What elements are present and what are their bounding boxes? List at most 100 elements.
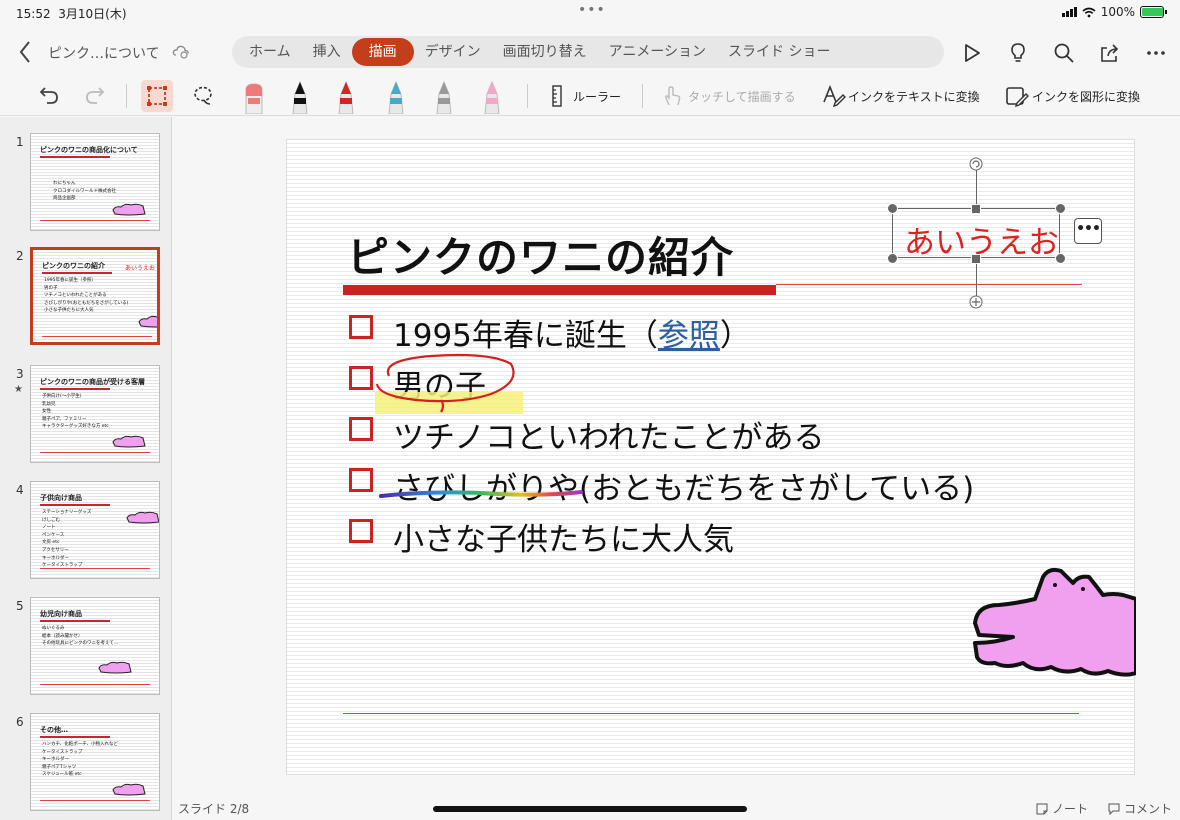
- touch-draw-label[interactable]: タッチして描画する: [688, 88, 796, 105]
- thumbnail-body: ハンカチ、化粧ポーチ、小物入れなど ケータイストラップ キーホルダー 親子ペアTシャツ…: [42, 741, 118, 779]
- ink-rainbow-underline[interactable]: [379, 488, 584, 500]
- thumbnail-line: 商品企画部: [53, 196, 76, 202]
- ribbon-tab[interactable]: アニメーション: [598, 38, 717, 66]
- redo-icon[interactable]: [84, 84, 106, 106]
- touch-draw-icon[interactable]: [660, 85, 682, 107]
- pen-tool-icon[interactable]: [286, 80, 314, 114]
- slide-thumbnail-panel[interactable]: 1 ピンクのワニの商品化について わにちゃん クロコダイルワールド株式会社 商品企画部 2…: [0, 117, 172, 820]
- ink-to-text-label[interactable]: インクをテキストに変換: [848, 88, 980, 105]
- thumbnail-footer-line: [40, 568, 150, 569]
- pen-tool-icon[interactable]: [382, 80, 410, 114]
- bullet-text-suffix: ）: [719, 318, 751, 354]
- thumbnail-line: ぬいぐるみ: [42, 626, 65, 631]
- notes-button[interactable]: ノート: [1036, 800, 1088, 817]
- resize-handle-top[interactable]: [971, 204, 981, 214]
- slide-canvas[interactable]: ピンクのワニの紹介 1995年春に誕生（参照） 男の子 ツチノコといわれたことがある…: [286, 139, 1136, 775]
- ink-circle-stroke[interactable]: [371, 352, 521, 416]
- pen-tool-icon[interactable]: [332, 80, 360, 114]
- undo-icon[interactable]: [38, 84, 60, 106]
- slide-thumbnail[interactable]: ピンクのワニの商品化について わにちゃん クロコダイルワールド株式会社 商品企画部: [30, 133, 160, 231]
- thumbnail-footer-line: [40, 452, 150, 453]
- thumbnail-title-bar: [40, 388, 110, 390]
- thumbnail-line: ステーショナリーグッズ: [42, 510, 92, 515]
- bullet-text-main: 1995年春に誕生（: [393, 318, 658, 354]
- thumbnail-crocodile-image: [126, 511, 159, 524]
- share-icon[interactable]: [1099, 42, 1121, 64]
- more-options-icon[interactable]: [1145, 42, 1167, 64]
- thumbnail-line: 親子ペアTシャツ: [42, 764, 77, 770]
- bullet-text[interactable]: 小さな子供たちに大人気: [393, 514, 734, 559]
- bullet-checkbox-icon: [349, 366, 373, 390]
- highlighter-pen-icon[interactable]: [478, 80, 506, 114]
- comments-label: コメント: [1124, 802, 1173, 816]
- thumbnail-title: その他…: [40, 726, 68, 734]
- app-header: ピンク…について ホーム 挿入 描画 デザイン 画面切り替え アニメーション スライド ショ…: [0, 28, 1180, 76]
- title-underline-bar: [343, 285, 776, 295]
- ribbon-tab[interactable]: スライド ショー: [717, 38, 841, 66]
- ribbon-tab[interactable]: 描画: [351, 38, 414, 66]
- thumbnail-line: 子供向け(〜小学生): [42, 394, 82, 399]
- pink-crocodile-image[interactable]: [973, 565, 1136, 677]
- highlighter-pen-icon[interactable]: [240, 80, 268, 114]
- lasso-select-icon[interactable]: [192, 85, 214, 107]
- bullet-hyperlink[interactable]: 参照: [658, 318, 720, 354]
- slide-thumbnail[interactable]: ピンクのワニの紹介 1995年春に誕生（参照） 男の子 ツチノコといわれたことがあるさ…: [30, 247, 160, 345]
- play-slideshow-icon[interactable]: [961, 42, 983, 64]
- document-title[interactable]: ピンク…について: [48, 43, 160, 63]
- ink-handwritten-text[interactable]: あいうえお: [904, 217, 1059, 262]
- ribbon-tab[interactable]: 画面切り替え: [492, 38, 598, 66]
- ink-to-shape-icon[interactable]: [1005, 84, 1029, 108]
- rotate-handle-icon[interactable]: [969, 157, 983, 171]
- resize-handle-bottom[interactable]: [971, 254, 981, 264]
- comments-button[interactable]: コメント: [1108, 800, 1172, 817]
- ruler-icon[interactable]: [550, 85, 564, 107]
- slide-thumbnail[interactable]: その他… ハンカチ、化粧ポーチ、小物入れなど ケータイストラップ キーホルダー 親子ペア…: [30, 713, 160, 811]
- ribbon-tab[interactable]: ホーム: [238, 38, 302, 66]
- move-handle-icon[interactable]: [969, 295, 983, 309]
- slide-title[interactable]: ピンクのワニの紹介: [347, 224, 734, 285]
- ink-to-shape-label[interactable]: インクを図形に変換: [1032, 88, 1140, 105]
- thumbnail-title: ピンクのワニの紹介: [42, 262, 105, 270]
- search-icon[interactable]: [1053, 42, 1075, 64]
- thumbnail-title: 幼児向け商品: [40, 610, 82, 618]
- lightbulb-icon[interactable]: [1007, 42, 1029, 64]
- ribbon-tab[interactable]: 挿入: [302, 38, 352, 66]
- thumbnail-title-bar: [40, 736, 110, 738]
- thumbnail-crocodile-image: [112, 203, 146, 216]
- ribbon-tab[interactable]: デザイン: [414, 38, 492, 66]
- pen-tool-icon[interactable]: [430, 80, 458, 114]
- back-chevron-icon[interactable]: [18, 40, 32, 64]
- toolbar-divider: [527, 84, 528, 108]
- multitask-dots-icon[interactable]: •••: [578, 2, 606, 18]
- thumbnail-line: キーホルダー: [42, 555, 69, 561]
- thumbnail-line: キャラクターグッズ好きな方 etc: [42, 424, 109, 430]
- wifi-icon: [1082, 7, 1096, 17]
- thumbnail-crocodile-image: [98, 661, 132, 674]
- home-indicator[interactable]: [433, 806, 747, 812]
- slide-thumbnail[interactable]: 子供向け商品 ステーショナリーグッズ けしごむ ノート ペンケース 文房 etc アクセサリ…: [30, 481, 160, 579]
- bullet-text[interactable]: 1995年春に誕生（参照）: [393, 310, 751, 355]
- resize-handle-top-right[interactable]: [1055, 203, 1066, 214]
- resize-handle-bottom-left[interactable]: [887, 253, 898, 264]
- ribbon-tabs: ホーム 挿入 描画 デザイン 画面切り替え アニメーション スライド ショー: [232, 36, 944, 68]
- ruler-label[interactable]: ルーラー: [573, 88, 621, 105]
- ink-to-text-icon[interactable]: [822, 84, 846, 108]
- thumbnail-line: アクセサリー: [42, 547, 69, 553]
- bullet-text-main: 小さな子供たちに大人気: [393, 522, 734, 558]
- thumbnail-line: ペンケース: [42, 532, 65, 538]
- slide-thumbnail[interactable]: ピンクのワニの商品が受ける客層 子供向け(〜小学生) 乳幼児 女性 親子ペア、ファミリー…: [30, 365, 160, 463]
- slide-thumbnail[interactable]: 幼児向け商品 ぬいぐるみ絵本（読み聞かせ） その他玩具にピンクのワニを考えて…: [30, 597, 160, 695]
- thumbnail-crocodile-image: [112, 435, 146, 448]
- battery-icon: [1140, 6, 1167, 18]
- thumbnail-line: その他玩具にピンクのワニを考えて…: [42, 641, 119, 647]
- selection-rect-icon[interactable]: [146, 85, 168, 107]
- status-time: 15:52 3月10日(木): [16, 7, 127, 21]
- selection-more-button[interactable]: •••: [1074, 218, 1102, 244]
- bullet-text[interactable]: ツチノコといわれたことがある: [393, 412, 825, 457]
- thumbnail-line: クロコダイルワールド株式会社: [53, 188, 116, 194]
- resize-handle-top-left[interactable]: [887, 203, 898, 214]
- thumbnail-crocodile-image: [112, 783, 146, 796]
- resize-handle-bottom-right[interactable]: [1055, 253, 1066, 264]
- thumbnail-line: 絵本（読み聞かせ）: [42, 633, 83, 639]
- bullet-text[interactable]: さびしがりや(おともだちをさがしている): [393, 463, 974, 508]
